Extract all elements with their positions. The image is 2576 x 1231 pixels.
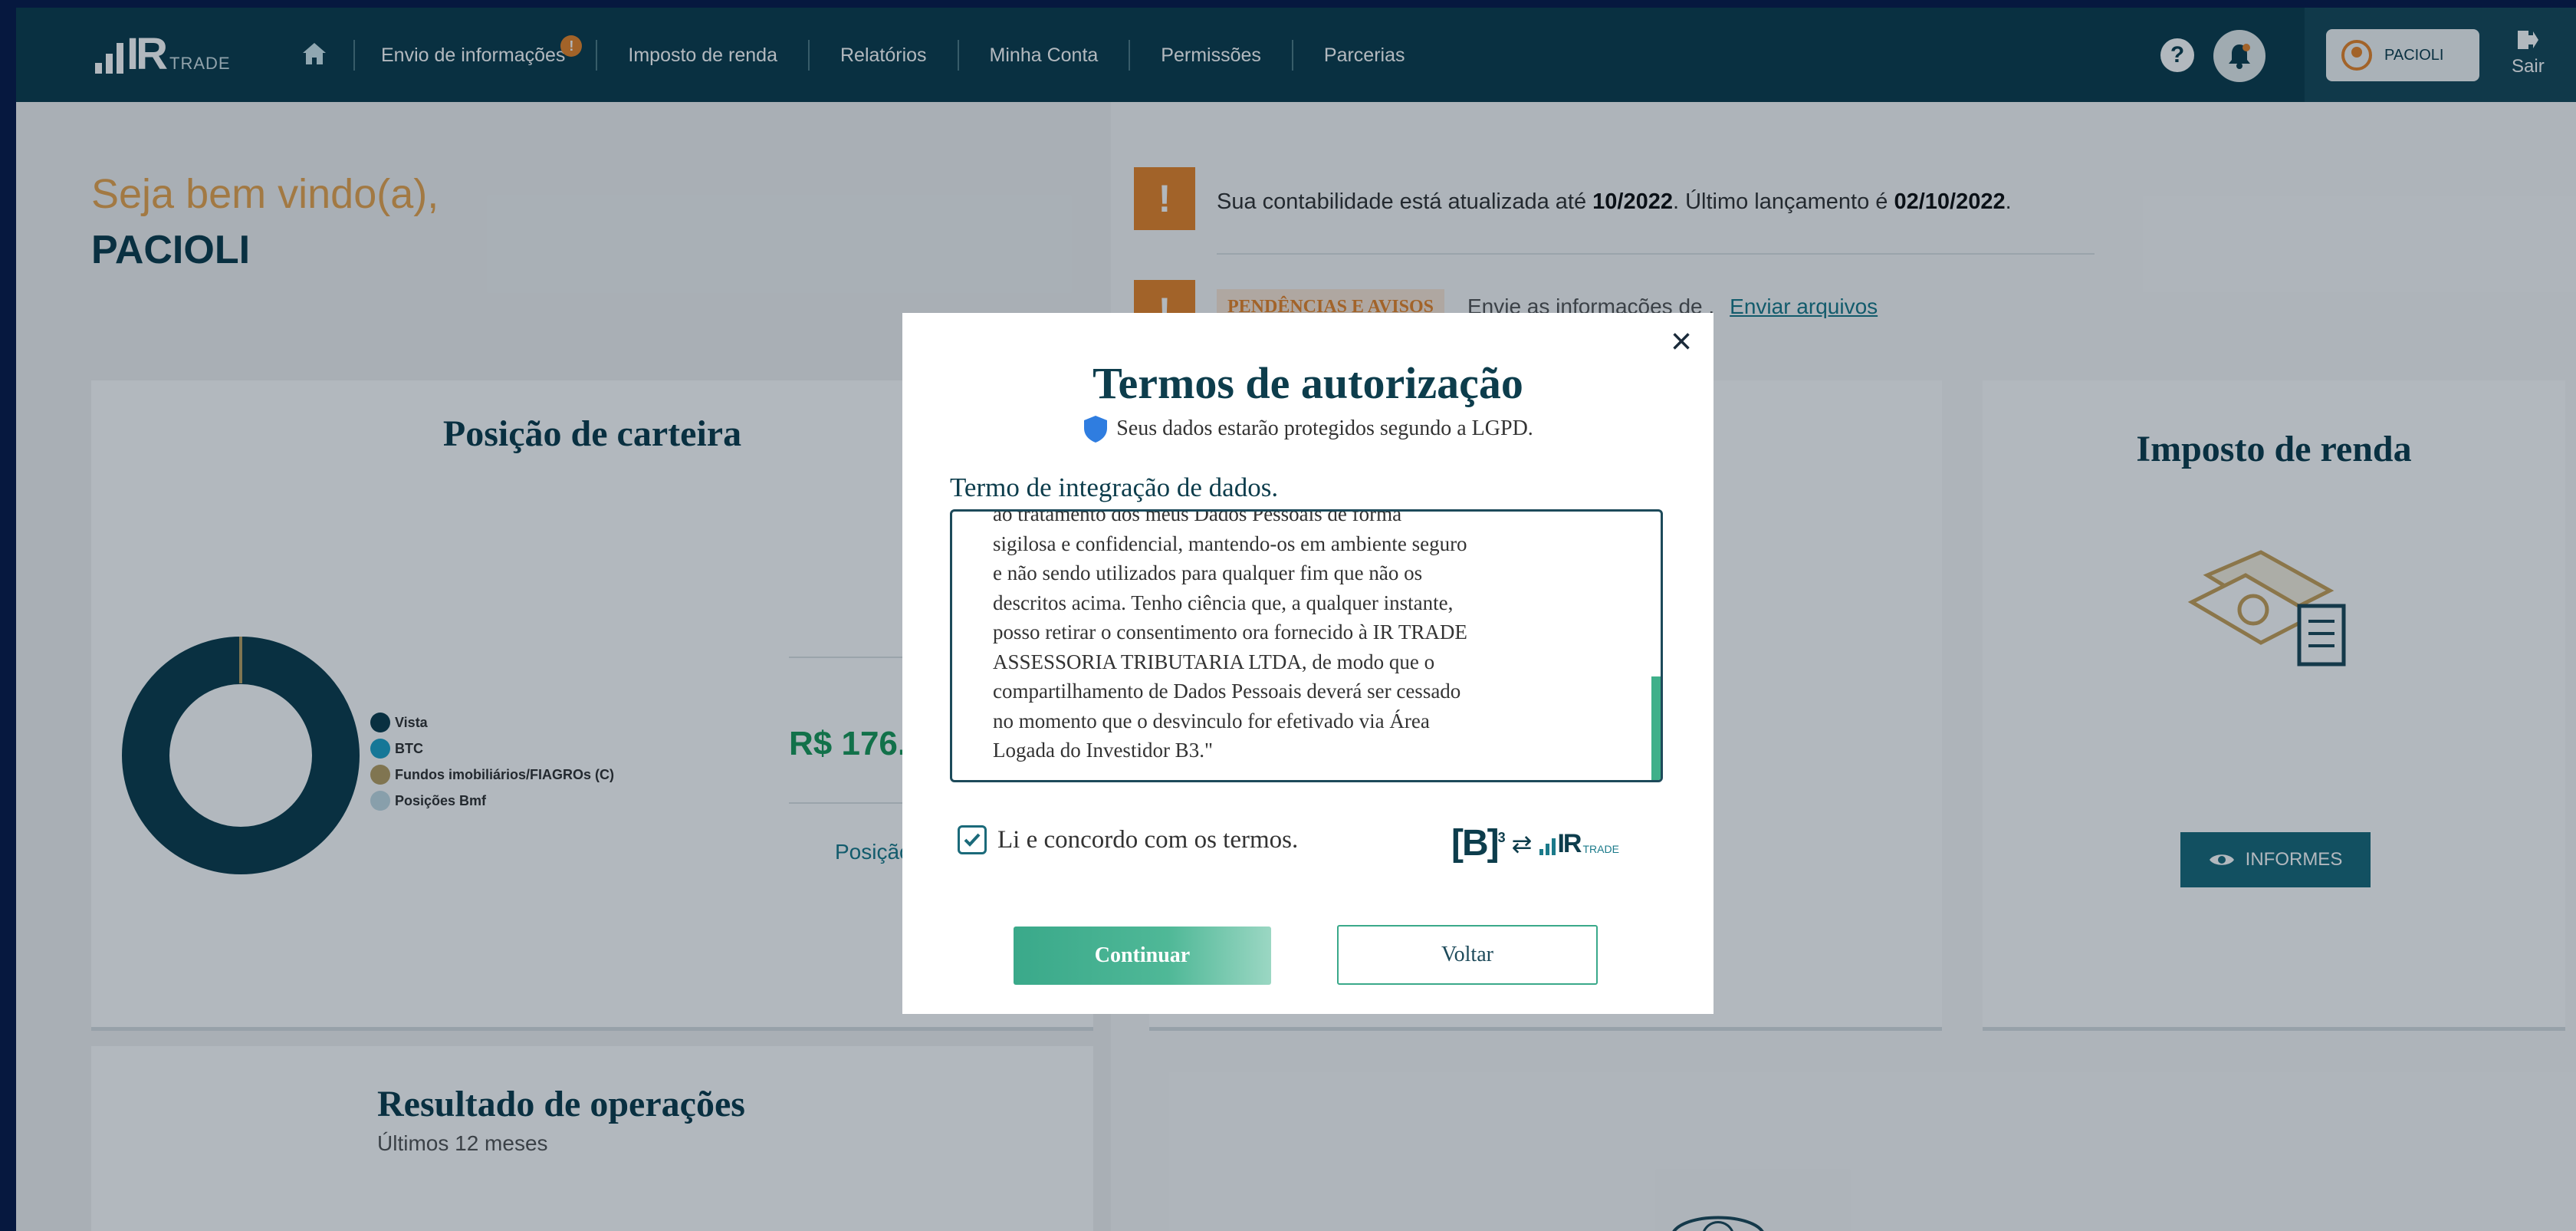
agree-label: Li e concordo com os termos. bbox=[997, 825, 1299, 854]
close-icon[interactable]: × bbox=[1671, 324, 1692, 360]
term-label: Termo de integração de dados. bbox=[950, 472, 1279, 502]
agree-checkbox[interactable] bbox=[958, 825, 987, 854]
terms-scroll-box[interactable]: ao tratamento dos meus Dados Pessoais de… bbox=[950, 509, 1663, 782]
terms-text: ao tratamento dos meus Dados Pessoais de… bbox=[993, 509, 1622, 765]
irtrade-mini-logo: IR TRADE bbox=[1539, 828, 1619, 858]
back-button[interactable]: Voltar bbox=[1337, 925, 1598, 985]
swap-arrows-icon: ⇄ bbox=[1511, 829, 1533, 857]
checkmark-icon bbox=[964, 833, 981, 847]
authorization-terms-modal: × Termos de autorização Seus dados estar… bbox=[902, 313, 1714, 1014]
agree-checkbox-row[interactable]: Li e concordo com os termos. bbox=[958, 825, 1298, 854]
continue-button[interactable]: Continuar bbox=[1014, 927, 1271, 985]
partner-logos: [B]3 ⇄ IR TRADE bbox=[1451, 822, 1619, 864]
terms-line: compartilhamento de Dados Pessoais dever… bbox=[993, 680, 1461, 703]
terms-line: e não sendo utilizados para qualquer fim… bbox=[993, 561, 1423, 584]
logo-trade-text: TRADE bbox=[1582, 842, 1619, 855]
terms-line: Logada do Investidor B3." bbox=[993, 739, 1213, 762]
terms-line: no momento que o desvinculo for efetivad… bbox=[993, 709, 1430, 732]
b3-logo-sup: 3 bbox=[1497, 830, 1506, 845]
lgpd-notice: Seus dados estarão protegidos segundo a … bbox=[902, 414, 1714, 443]
terms-line: descritos acima. Tenho ciência que, a qu… bbox=[993, 591, 1454, 614]
b3-logo-text: [B] bbox=[1451, 823, 1500, 864]
terms-line: posso retirar o consentimento ora fornec… bbox=[993, 620, 1467, 643]
logo-bars-icon bbox=[1539, 838, 1556, 855]
modal-title: Termos de autorização bbox=[1092, 358, 1523, 408]
shield-icon bbox=[1084, 416, 1108, 443]
terms-scrollbar[interactable] bbox=[1651, 676, 1661, 780]
lgpd-text: Seus dados estarão protegidos segundo a … bbox=[1116, 416, 1533, 440]
terms-line: ASSESSORIA TRIBUTARIA LTDA, de modo que … bbox=[993, 650, 1435, 673]
terms-line: sigilosa e confidencial, mantendo-os em … bbox=[993, 532, 1467, 555]
b3-logo: [B]3 bbox=[1451, 822, 1506, 864]
terms-line: ao tratamento dos meus Dados Pessoais de… bbox=[993, 509, 1402, 525]
logo-ir-text: IR bbox=[1557, 828, 1582, 858]
